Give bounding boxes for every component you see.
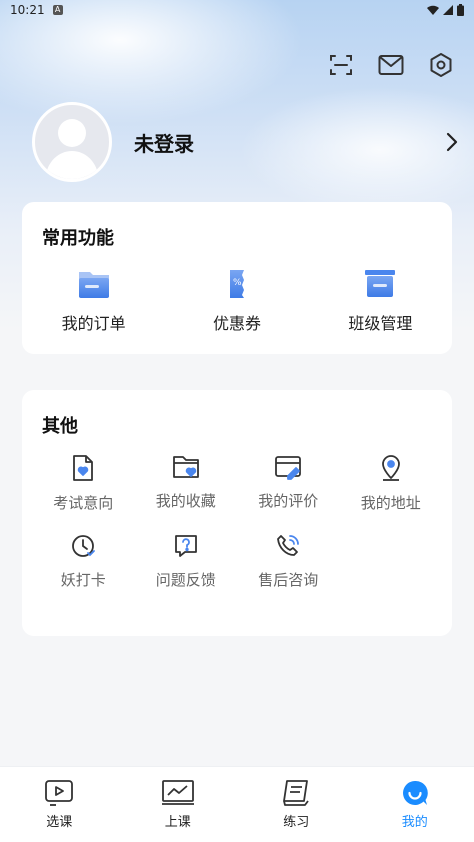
folder-icon [78,272,109,298]
my-favorites-button[interactable]: 我的收藏 [135,454,238,513]
other-grid: 考试意向 我的收藏 我的评价 我的地址 妖打卡 问题反馈 售后咨询 [32,454,442,590]
notification-badge-icon: A [52,5,63,15]
status-bar: 10:21 A [0,0,474,20]
location-pin-icon [381,455,400,481]
tab-practice[interactable]: 练习 [237,767,356,842]
check-in-label: 妖打卡 [60,571,106,589]
my-favorites-label: 我的收藏 [155,492,216,510]
my-orders-label: 我的订单 [61,314,126,333]
mail-icon[interactable] [378,52,404,78]
after-sales-button[interactable]: 售后咨询 [237,533,340,590]
phone-call-icon [277,535,300,556]
exam-heart-icon [73,455,94,481]
battery-icon [457,4,464,16]
tab-course-selection[interactable]: 选课 [0,767,119,842]
bottom-tab-bar: 选课 上课 练习 我的 [0,766,474,842]
avatar[interactable] [32,102,112,182]
coupon-button[interactable]: % 优惠券 [165,268,308,334]
other-title: 其他 [42,416,78,437]
wifi-icon [427,5,439,15]
notebook-icon [283,780,309,806]
my-address-label: 我的地址 [360,494,421,512]
class-management-button[interactable]: 班级管理 [309,268,452,334]
my-reviews-label: 我的评价 [258,492,319,510]
smile-bubble-icon [402,780,428,805]
monitor-chart-icon [161,780,194,805]
clock-check-icon [72,535,96,557]
feedback-label: 问题反馈 [155,571,216,589]
class-management-label: 班级管理 [348,314,413,333]
after-sales-label: 售后咨询 [258,571,319,589]
header-actions [328,52,454,78]
tab-class[interactable]: 上课 [119,767,238,842]
feedback-question-icon [174,535,197,557]
tab-mine-label: 我的 [401,815,428,830]
folder-heart-icon [172,456,199,478]
play-board-icon [45,780,74,806]
class-board-icon [365,270,396,297]
login-status[interactable]: 未登录 [134,128,194,157]
common-functions-card: 常用功能 我的订单 % 优惠券 班级管理 [22,202,452,354]
chevron-right-icon[interactable] [446,132,458,152]
tab-mine[interactable]: 我的 [356,767,474,842]
my-orders-button[interactable]: 我的订单 [22,268,165,334]
svg-text:%: % [233,278,242,288]
settings-icon[interactable] [428,52,454,78]
common-functions-title: 常用功能 [42,228,114,249]
coupon-label: 优惠券 [212,314,261,333]
default-avatar-icon [45,119,99,179]
exam-intention-button[interactable]: 考试意向 [32,454,135,513]
exam-intention-label: 考试意向 [53,494,114,512]
scan-icon[interactable] [328,52,354,78]
tab-practice-label: 练习 [283,815,310,830]
check-in-button[interactable]: 妖打卡 [32,533,135,590]
feedback-button[interactable]: 问题反馈 [135,533,238,590]
tab-class-label: 上课 [164,815,191,830]
other-card: 其他 考试意向 我的收藏 我的评价 我的地址 妖打卡 问题反馈 售后咨询 [22,390,452,636]
common-functions-row: 我的订单 % 优惠券 班级管理 [22,268,452,334]
my-address-button[interactable]: 我的地址 [340,454,443,513]
signal-icon [443,5,453,15]
my-reviews-button[interactable]: 我的评价 [237,454,340,513]
profile-row[interactable]: 未登录 [32,102,462,182]
tab-course-selection-label: 选课 [46,815,73,830]
coupon-icon: % [229,270,244,298]
status-time: 10:21 [10,3,45,17]
card-pen-icon [275,456,302,480]
